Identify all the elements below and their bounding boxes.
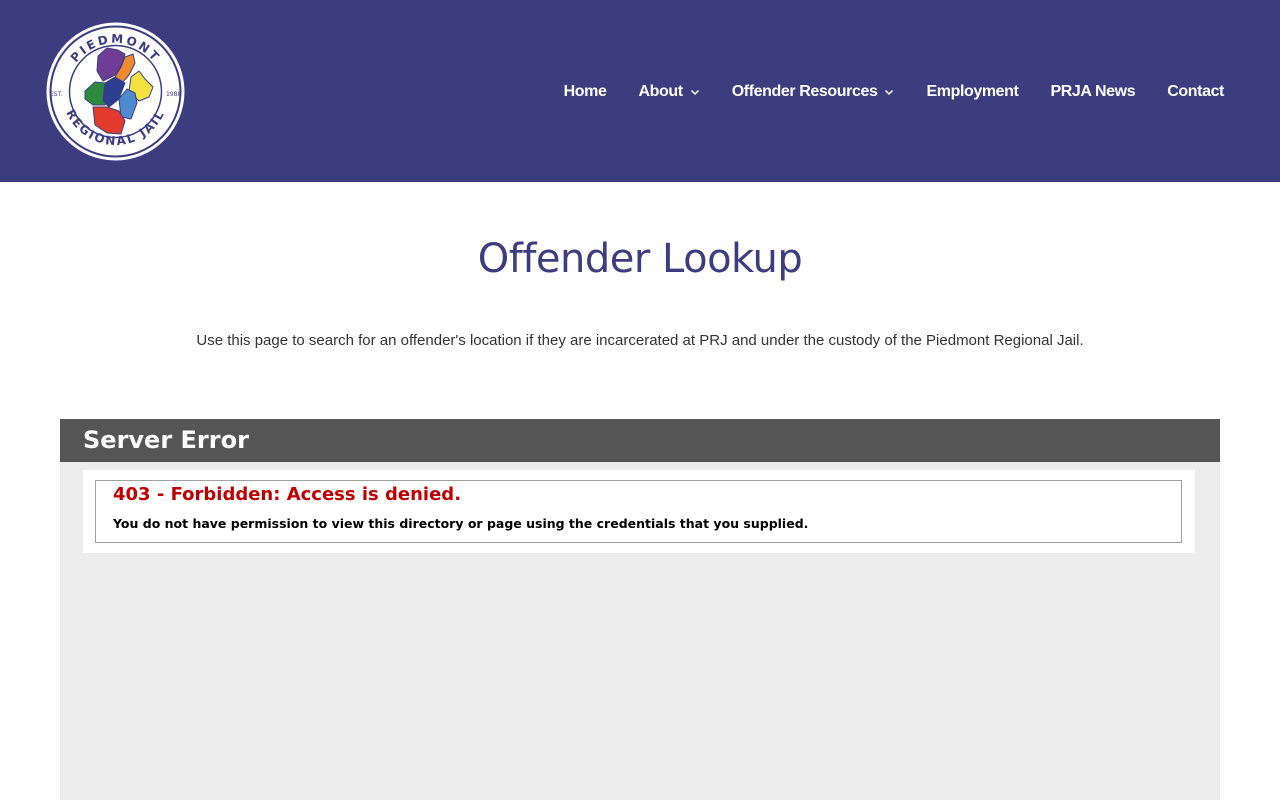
nav-contact-label: Contact [1167, 83, 1224, 100]
error-content: 403 - Forbidden: Access is denied. You d… [83, 470, 1195, 553]
nav-home-label: Home [563, 83, 607, 100]
server-error-header: Server Error [60, 419, 1220, 462]
nav-home[interactable]: Home [564, 83, 607, 101]
nav-about-label: About [638, 83, 684, 100]
server-error-heading: Server Error [83, 426, 249, 454]
logo-est-text: EST. [50, 91, 63, 98]
nav-prja-news[interactable]: PRJA News [1051, 83, 1136, 101]
intro-text: Use this page to search for an offender'… [196, 332, 1084, 349]
nav-about[interactable]: About [639, 83, 700, 101]
nav-employment[interactable]: Employment [926, 83, 1018, 101]
nav-offender-resources-label: Offender Resources [731, 83, 878, 100]
chevron-down-icon [690, 87, 700, 97]
error-message: You do not have permission to view this … [113, 516, 809, 531]
error-box: 403 - Forbidden: Access is denied. You d… [95, 480, 1182, 543]
error-title: 403 - Forbidden: Access is denied. [113, 484, 462, 505]
site-logo[interactable]: PIEDMONT REGIONAL JAIL EST. 1988 [45, 21, 186, 162]
site-header: PIEDMONT REGIONAL JAIL EST. 1988 Home Ab… [0, 0, 1280, 182]
lookup-frame: Server Error 403 - Forbidden: Access is … [60, 419, 1220, 800]
page-title: Offender Lookup [477, 236, 803, 282]
jail-seal-logo: PIEDMONT REGIONAL JAIL EST. 1988 [46, 22, 185, 161]
nav-employment-label: Employment [926, 83, 1019, 100]
nav-prja-news-label: PRJA News [1050, 83, 1136, 100]
nav-contact[interactable]: Contact [1167, 83, 1224, 101]
main-nav: Home About Offender Resources Employment… [564, 78, 1225, 106]
chevron-down-icon [884, 87, 894, 97]
logo-year-text: 1988 [166, 91, 181, 98]
nav-offender-resources[interactable]: Offender Resources [732, 83, 895, 101]
